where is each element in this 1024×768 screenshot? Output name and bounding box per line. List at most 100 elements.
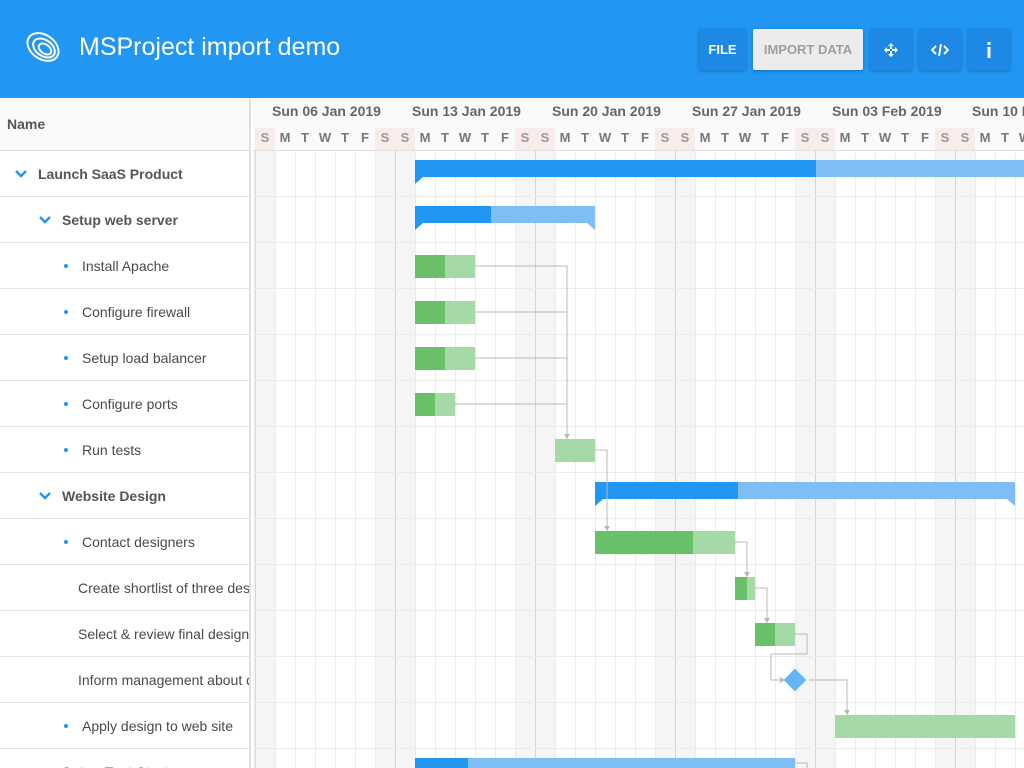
leaf-bullet-icon [64,309,68,314]
week-label: Sun 20 Jan 2019 [552,103,661,119]
leaf-bullet-icon [64,263,68,268]
task-row[interactable]: Apply design to web site [0,703,249,749]
task-name: Setup Test Strategy [62,764,192,768]
gantt-timeline: Sun 06 Jan 2019 Sun 13 Jan 2019 Sun 20 Jan… [253,98,1024,768]
task-name: Setup load balancer [82,349,207,366]
task-row[interactable]: Setup load balancer [0,335,249,381]
task-name: Select & review final design [78,625,249,642]
leaf-bullet-icon [64,355,68,360]
name-column-header[interactable]: Name [0,98,249,151]
day-label: T [1001,130,1009,145]
day-label: S [655,128,675,150]
file-button[interactable]: FILE [699,29,746,70]
day-label: T [901,130,909,145]
day-label: T [441,130,449,145]
task-row[interactable]: Contact designers [0,519,249,565]
task-row[interactable]: Setup Test Strategy [0,749,249,768]
task-name: Create shortlist of three designers [78,579,249,596]
chevron-down-icon[interactable] [38,213,52,227]
day-label: S [955,128,975,150]
chevron-down-icon[interactable] [14,167,28,181]
leaf-bullet-icon [64,401,68,406]
task-grid: Name Launch SaaS Product Setup web server… [0,98,251,768]
task-row[interactable]: Create shortlist of three designers [0,565,249,611]
task-name: Apply design to web site [82,717,233,734]
app-title: MSProject import demo [79,33,341,61]
app-header: MSProject import demo FILE IMPORT DATA [0,0,1024,98]
day-label: W [738,130,752,145]
week-label: Sun 03 Feb 2019 [832,103,942,119]
day-label: T [721,130,729,145]
task-name: Website Design [62,487,166,504]
task-name: Install Apache [82,257,170,274]
day-label: S [795,128,815,150]
leaf-bullet-icon [64,539,68,544]
day-label: F [921,130,929,145]
day-label: F [501,130,509,145]
day-label: T [301,130,309,145]
info-button[interactable] [968,29,1010,70]
day-label: M [839,130,851,145]
task-row[interactable]: Setup web server [0,197,249,243]
task-name: Setup web server [62,211,178,228]
day-label: W [598,130,612,145]
day-label: S [395,128,415,150]
leaf-bullet-icon [64,723,68,728]
move-arrows-icon [884,42,898,57]
week-label: Sun 27 Jan 2019 [692,103,801,119]
day-label: M [279,130,291,145]
import-data-button[interactable]: IMPORT DATA [753,29,863,70]
day-label: S [255,128,275,150]
day-label: T [581,130,589,145]
task-name: Launch SaaS Product [38,165,183,182]
task-row[interactable]: Run tests [0,427,249,473]
week-label: Sun 06 Jan 2019 [272,103,381,119]
day-label: M [699,130,711,145]
day-label: T [621,130,629,145]
info-icon [987,41,991,58]
leaf-bullet-icon [64,447,68,452]
task-row[interactable]: Select & review final design [0,611,249,657]
task-row[interactable]: Configure ports [0,381,249,427]
day-label: M [979,130,991,145]
timeline-header: Sun 06 Jan 2019 Sun 13 Jan 2019 Sun 20 Jan… [253,98,1024,151]
spiral-logo-icon [26,32,60,62]
day-label: S [375,128,395,150]
dependency-lines [415,177,1015,768]
timeline-body[interactable] [253,151,1024,768]
task-name: Run tests [82,441,142,458]
chevron-down-icon[interactable] [38,765,52,768]
task-name: Configure ports [82,395,178,412]
day-label: M [419,130,431,145]
day-label: W [1015,128,1024,150]
day-label: F [361,130,369,145]
move-button[interactable] [870,29,912,70]
task-row[interactable]: Launch SaaS Product [0,151,249,197]
chevron-down-icon[interactable] [38,489,52,503]
day-label: S [535,128,555,150]
day-label: S [515,128,535,150]
day-label: F [641,130,649,145]
code-icon [931,43,949,56]
day-label: T [861,130,869,145]
day-label: W [878,130,892,145]
day-label: T [761,130,769,145]
day-label: S [675,128,695,150]
week-label: Sun 13 Jan 2019 [412,103,521,119]
day-label: M [559,130,571,145]
task-row[interactable]: Website Design [0,473,249,519]
day-label: W [458,130,472,145]
task-name: Configure firewall [82,303,191,320]
day-label: S [935,128,955,150]
code-button[interactable] [919,29,961,70]
day-label: T [341,130,349,145]
task-row[interactable]: Install Apache [0,243,249,289]
task-name: Inform management about decision [78,671,249,688]
task-row[interactable]: Inform management about decision [0,657,249,703]
task-name: Contact designers [82,533,195,550]
day-label: T [481,130,489,145]
task-row[interactable]: Configure firewall [0,289,249,335]
day-label: W [318,130,332,145]
week-label: Sun 10 Feb 2019 [972,103,1024,119]
day-label: S [815,128,835,150]
